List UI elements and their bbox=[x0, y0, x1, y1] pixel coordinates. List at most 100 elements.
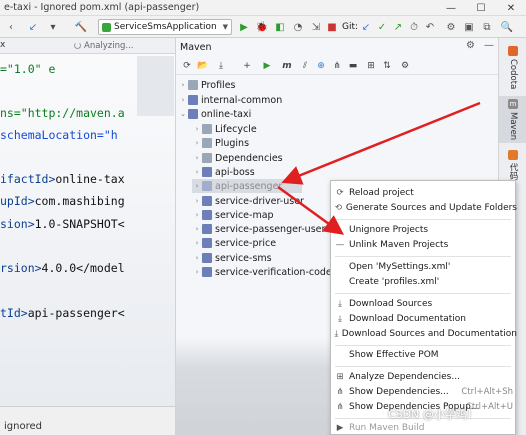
menu-item-generate-sources[interactable]: ⟲ Generate Sources and Update Folders bbox=[331, 201, 517, 215]
chevron-right-icon[interactable]: › bbox=[192, 268, 202, 276]
run-icon: ▶ bbox=[336, 423, 344, 433]
build-hammer-icon[interactable]: 🔨 bbox=[74, 16, 88, 38]
coverage-icon[interactable]: ◧ bbox=[274, 16, 286, 38]
tree-item-label: service-passenger-user bbox=[215, 223, 326, 235]
tab-close-icon[interactable]: x bbox=[0, 40, 5, 50]
title-bar: e-taxi - Ignored pom.xml (api-passenger)… bbox=[0, 0, 526, 16]
tree-item-api-boss[interactable]: › api-boss bbox=[192, 165, 255, 179]
git-push-icon[interactable]: ↗ bbox=[392, 16, 404, 38]
menu-separator bbox=[335, 256, 511, 257]
git-update-icon[interactable]: ↙ bbox=[360, 16, 372, 38]
tree-item-service-sms[interactable]: › service-sms bbox=[192, 251, 272, 265]
menu-item-unignore-projects[interactable]: Unignore Projects bbox=[331, 223, 517, 237]
tree-item-lifecycle[interactable]: › Lifecycle bbox=[192, 122, 257, 136]
chevron-right-icon[interactable]: › bbox=[192, 225, 202, 233]
folder-reload-icon[interactable]: 📂 bbox=[196, 59, 210, 73]
chevron-right-icon[interactable]: › bbox=[192, 211, 202, 219]
run-anything-icon[interactable]: ▣ bbox=[462, 16, 476, 38]
chevron-right-icon[interactable]: › bbox=[192, 182, 202, 190]
maven-goal-icon[interactable]: m bbox=[280, 59, 294, 73]
menu-item-open-settings[interactable]: Open 'MySettings.xml' bbox=[331, 260, 517, 274]
collapse-icon[interactable]: ▬ bbox=[346, 59, 360, 73]
hide-panel-icon[interactable]: — bbox=[484, 40, 494, 51]
settings-icon[interactable]: ⚙ bbox=[444, 16, 458, 38]
menu-item-run-maven-build[interactable]: ▶ Run Maven Build bbox=[331, 421, 517, 435]
skip-tests-icon[interactable]: ⊕ bbox=[314, 59, 328, 73]
git-commit-icon[interactable]: ✓ bbox=[376, 16, 388, 38]
tree-item-online-taxi[interactable]: ⌄ online-taxi bbox=[178, 107, 251, 121]
chevron-right-icon[interactable]: › bbox=[192, 154, 202, 162]
folder-icon bbox=[202, 124, 212, 134]
code-editor[interactable]: x Analyzing... ="1.0" e ns="http://maven… bbox=[0, 38, 176, 435]
menu-item-unlink-maven-projects[interactable]: — Unlink Maven Projects bbox=[331, 238, 517, 252]
run-config-selector[interactable]: ServiceSmsApplication ▼ bbox=[98, 19, 232, 35]
menu-item-analyze-dependencies[interactable]: ⊞ Analyze Dependencies... bbox=[331, 370, 517, 384]
gear-icon[interactable]: ⚙ bbox=[466, 40, 475, 51]
side-tab-codota[interactable]: Codota bbox=[499, 46, 526, 89]
tree-item-dependencies[interactable]: › Dependencies bbox=[192, 151, 283, 165]
chevron-right-icon[interactable]: › bbox=[192, 125, 202, 133]
chevron-right-icon[interactable]: › bbox=[192, 168, 202, 176]
tree-item-service-map[interactable]: › service-map bbox=[192, 208, 274, 222]
code-line: rsion>4.0.0</model bbox=[0, 261, 125, 275]
dropdown-caret-icon[interactable]: ▾ bbox=[46, 16, 60, 38]
chevron-right-icon[interactable]: › bbox=[178, 81, 188, 89]
chevron-right-icon[interactable]: › bbox=[178, 96, 188, 104]
tree-item-profiles[interactable]: › Profiles bbox=[178, 78, 236, 92]
menu-item-download-sources[interactable]: ⤓ Download Sources bbox=[331, 297, 517, 311]
add-icon[interactable]: + bbox=[240, 59, 254, 73]
debug-icon[interactable]: 🐞 bbox=[256, 16, 268, 38]
chevron-right-icon[interactable]: › bbox=[192, 139, 202, 147]
tree-item-service-passenger-user[interactable]: › service-passenger-user bbox=[192, 222, 326, 236]
generate-icon: ⟲ bbox=[334, 203, 342, 213]
maven-module-icon bbox=[188, 95, 198, 105]
tree-item-plugins[interactable]: › Plugins bbox=[192, 136, 249, 150]
attach-icon[interactable]: ⇲ bbox=[310, 16, 322, 38]
tree-item-internal-common[interactable]: › internal-common bbox=[178, 93, 283, 107]
stop-icon[interactable]: ■ bbox=[326, 16, 338, 38]
profile-icon[interactable]: ◔ bbox=[292, 16, 304, 38]
rollback-icon[interactable]: ↶ bbox=[424, 16, 436, 38]
menu-item-create-profiles[interactable]: Create 'profiles.xml' bbox=[331, 275, 517, 289]
code-line: sion>1.0-SNAPSHOT< bbox=[0, 217, 125, 231]
toggle-offline-icon[interactable]: ⫽ bbox=[298, 59, 312, 73]
analyze-icon[interactable]: ⊞ bbox=[364, 59, 378, 73]
settings-icon[interactable]: ⚙ bbox=[398, 59, 412, 73]
bottom-text: ignored bbox=[4, 421, 42, 432]
show-diagram-icon[interactable]: ⋔ bbox=[330, 59, 344, 73]
chevron-down-icon[interactable]: ⌄ bbox=[178, 110, 188, 118]
close-button[interactable]: ✕ bbox=[496, 0, 526, 16]
back-arrow-icon[interactable]: ‹ bbox=[4, 16, 18, 38]
maven-m-icon: m bbox=[508, 99, 518, 109]
side-tab-maven[interactable]: m Maven bbox=[499, 96, 526, 144]
chevron-right-icon[interactable]: › bbox=[192, 254, 202, 262]
tree-item-service-driver-user[interactable]: › service-driver-user bbox=[192, 194, 304, 208]
layout-icon[interactable]: ⧉ bbox=[480, 16, 494, 38]
minimize-button[interactable]: — bbox=[436, 0, 466, 16]
reload-icon: ⟳ bbox=[336, 188, 344, 198]
menu-item-download-documentation[interactable]: ⤓ Download Documentation bbox=[331, 312, 517, 326]
menu-item-show-effective-pom[interactable]: Show Effective POM bbox=[331, 348, 517, 362]
chevron-right-icon[interactable]: › bbox=[192, 239, 202, 247]
side-tab-code[interactable]: 代码 bbox=[499, 150, 526, 180]
chevron-right-icon[interactable]: › bbox=[192, 197, 202, 205]
maximize-button[interactable]: ☐ bbox=[466, 0, 496, 16]
menu-item-download-sources-and-docs[interactable]: ⤓ Download Sources and Documentation bbox=[331, 327, 518, 341]
chevron-down-icon: ▼ bbox=[222, 23, 228, 31]
tree-item-api-passenger[interactable]: › api-passenger bbox=[192, 179, 302, 193]
main-toolbar: ‹ ↙ ▾ 🔨 ServiceSmsApplication ▼ ▶ 🐞 ◧ ◔ … bbox=[0, 16, 526, 38]
reload-icon[interactable]: ⟳ bbox=[180, 59, 194, 73]
search-icon[interactable]: 🔍 bbox=[500, 16, 514, 38]
menu-item-show-dependencies[interactable]: ⋔ Show Dependencies... Ctrl+Alt+Sh bbox=[331, 385, 517, 399]
tree-item-service-verification-code[interactable]: › service-verification-code bbox=[192, 265, 332, 279]
navigate-icon[interactable]: ↙ bbox=[26, 16, 40, 38]
menu-item-reload-project[interactable]: ⟳ Reload project bbox=[331, 186, 517, 200]
history-icon[interactable]: ⏱ bbox=[408, 16, 420, 38]
tree-item-service-price[interactable]: › service-price bbox=[192, 236, 277, 250]
code-line: ="1.0" e bbox=[0, 62, 56, 76]
filter-icon[interactable]: ⇅ bbox=[380, 59, 394, 73]
run-icon[interactable]: ▶ bbox=[238, 16, 250, 38]
side-tab-label: 代码 bbox=[508, 163, 518, 180]
download-icon[interactable]: ⤓ bbox=[214, 59, 228, 73]
run-icon[interactable]: ▶ bbox=[260, 59, 274, 73]
